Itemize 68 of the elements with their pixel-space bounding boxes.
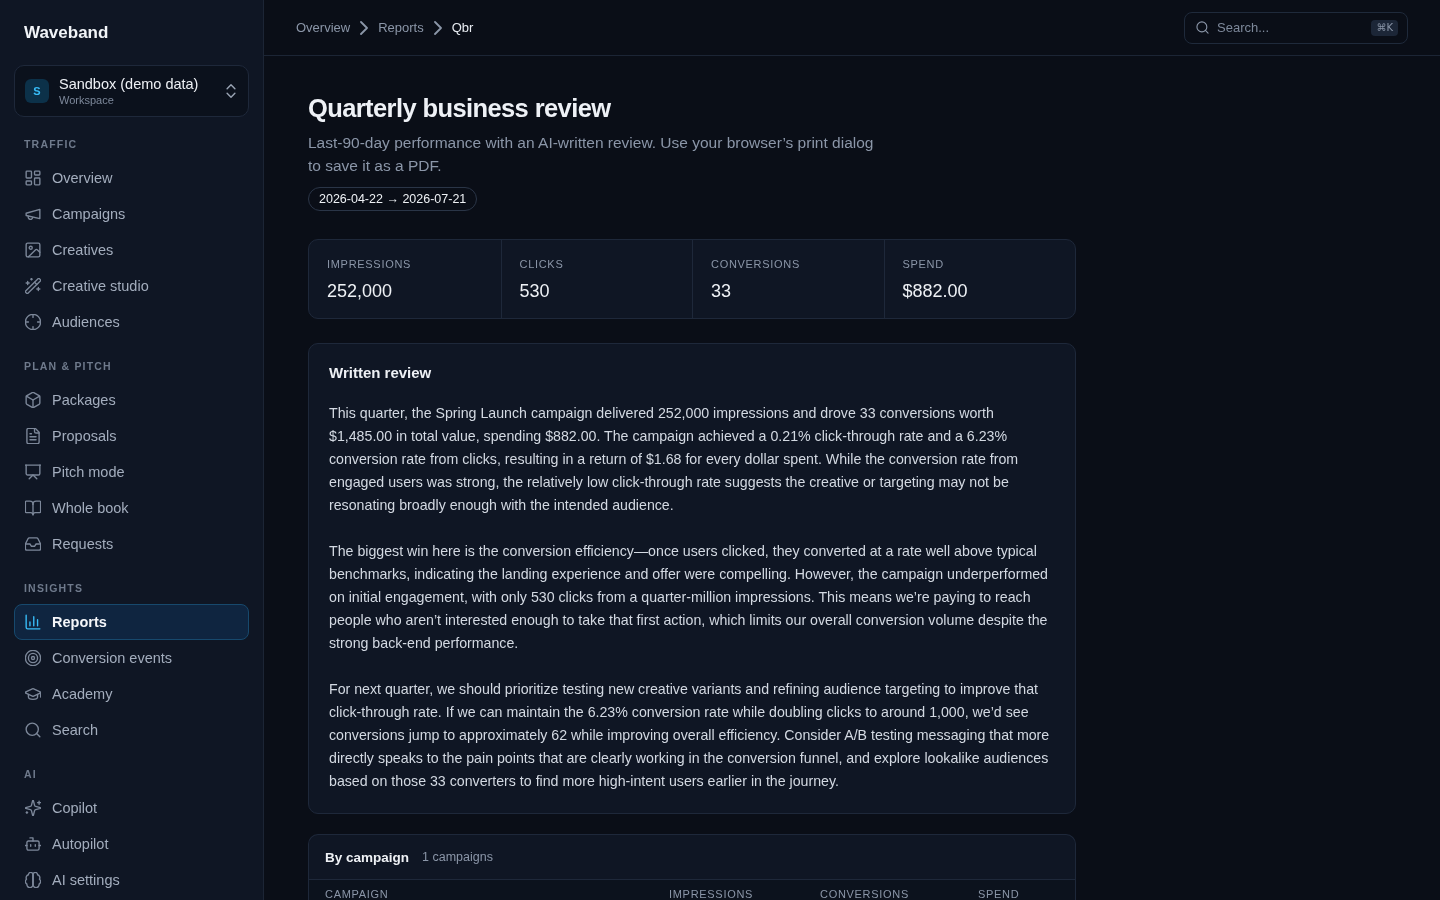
stat-value: $882.00 [902, 280, 968, 303]
campaign-count: 1 campaigns [422, 850, 493, 864]
sparkles-icon [25, 800, 41, 816]
target-icon [25, 650, 41, 666]
stat-label: CLICKS [519, 257, 564, 271]
nav-item[interactable]: Pitch mode [14, 454, 249, 490]
stat-value: 33 [711, 280, 732, 303]
presentation-icon [25, 464, 41, 480]
nav-item[interactable]: Requests [14, 526, 249, 562]
review-paragraph: This quarter, the Spring Launch campaign delivered 252,000 impressions and drove 33 conversions worth $1,485.00 in total value, spending $882.00. The campaign achieved a 0.21% click-through rate and a 6.23% conversion rate from clicks, resulting in a return of $1.68 for every dollar spent. While the conversion rate from engaged users was strong, the relatively low click-through rate suggests the creative or targeting may not be resonating broadly enough with the intended audience. [329, 404, 1020, 515]
magic-wand-icon [25, 278, 41, 294]
stat-label: CONVERSIONS [711, 257, 800, 271]
workspace-switcher[interactable]: S Sandbox (demo data) Workspace [14, 65, 249, 117]
workspace-avatar: S [25, 79, 49, 103]
nav-item[interactable]: Proposals [14, 418, 249, 454]
chevron-right-icon [433, 20, 442, 35]
nav-item[interactable]: Packages [14, 382, 249, 418]
section-label: AI [24, 767, 37, 782]
package-icon [25, 392, 41, 408]
nav-item[interactable]: Overview [14, 160, 249, 196]
review-paragraph: The biggest win here is the conversion efficiency—once users clicked, they converted at a rate well above typical benchmarks, indicating the landing experience and offer were compelling. However, the campaign underperformed on initial engagement, with only 530 clicks from a quarter-million impressions. This means we’re paying to reach people who aren’t interested enough to take that first action, which limits our overall conversion volume despite the strong back-end performance. [329, 542, 1049, 653]
inbox-icon [25, 536, 41, 552]
stat-label: SPEND [902, 257, 944, 271]
nav-item[interactable]: Campaigns [14, 196, 249, 232]
section-label: TRAFFIC [24, 137, 78, 152]
nav-item[interactable]: Search [14, 712, 249, 748]
nav-item[interactable]: Academy [14, 676, 249, 712]
image-icon [25, 242, 41, 258]
document-icon [25, 428, 41, 444]
nav-item[interactable]: Autopilot [14, 826, 249, 862]
search-icon [25, 722, 41, 738]
crosshair-icon [25, 314, 41, 330]
card-title: By campaign [325, 849, 410, 865]
chevrons-up-down-icon [226, 84, 236, 98]
brand-name: Waveband [24, 22, 109, 44]
open-book-icon [25, 500, 41, 516]
column-header: CONVERSIONS [820, 887, 909, 900]
nav-item[interactable]: Reports [14, 604, 249, 640]
column-header: SPEND [978, 887, 1020, 900]
graduation-cap-icon [25, 686, 41, 702]
card-title: Written review [329, 363, 432, 383]
grid-icon [25, 170, 41, 186]
stat-value: 252,000 [327, 280, 393, 303]
breadcrumb-link[interactable]: Overview [296, 20, 351, 35]
breadcrumb-link[interactable]: Reports [378, 20, 424, 35]
stat-label: IMPRESSIONS [327, 257, 412, 271]
column-header: CAMPAIGN [325, 887, 389, 900]
robot-icon [25, 836, 41, 852]
stat-value: 530 [519, 280, 550, 303]
nav-item[interactable]: Audiences [14, 304, 249, 340]
review-paragraph: For next quarter, we should prioritize testing new creative variants and refining audience targeting to improve that click-through rate. If we can maintain the 6.23% conversion rate while doubling clicks to around 1,000, we’d see conversions jump to approximately 62 while improving overall efficiency. Consider A/B testing messaging that more directly speaks to the pain points that are clearly working in the conversion funnel, and explore lookalike audiences based on those 33 converters to find more high-intent users earlier in the journey. [329, 680, 1051, 791]
page-title: Quarterly business review [308, 93, 611, 124]
nav-item[interactable]: Copilot [14, 790, 249, 826]
megaphone-icon [25, 206, 41, 222]
section-label: PLAN & PITCH [24, 359, 112, 374]
chevron-right-icon [360, 20, 369, 35]
breadcrumb-current: Qbr [451, 20, 474, 35]
brain-icon [25, 872, 41, 888]
nav-item[interactable]: Creatives [14, 232, 249, 268]
section-label: INSIGHTS [24, 581, 84, 596]
bar-chart-icon [25, 614, 41, 630]
nav-item[interactable]: Whole book [14, 490, 249, 526]
nav-item[interactable]: AI settings [14, 862, 249, 898]
nav-item[interactable]: Creative studio [14, 268, 249, 304]
page-subtitle: Last-90-day performance with an AI-written review. Use your browser’s print dialog to save it as a PDF. [308, 133, 875, 176]
search-icon [1196, 21, 1209, 34]
nav-item[interactable]: Conversion events [14, 640, 249, 676]
column-header: IMPRESSIONS [669, 887, 754, 900]
